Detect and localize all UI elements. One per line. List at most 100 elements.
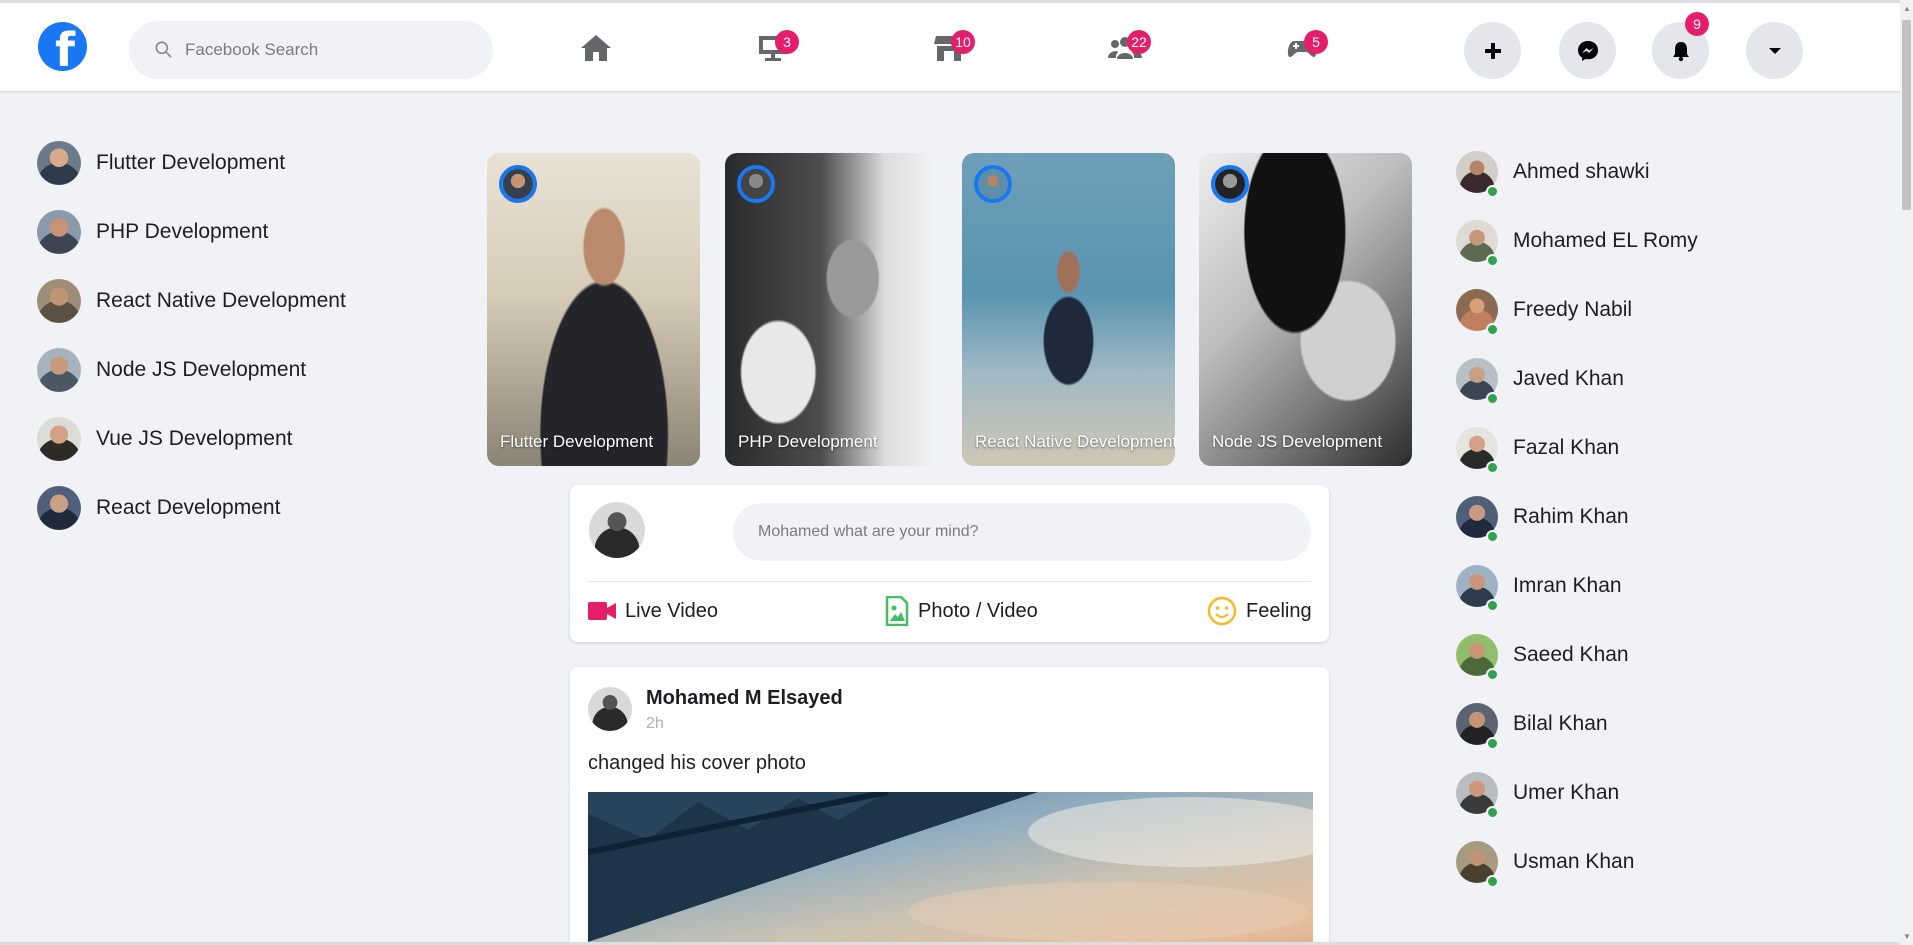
online-status-dot — [1486, 737, 1499, 750]
feeling-label: Feeling — [1246, 599, 1312, 622]
contact-name: Javed Khan — [1513, 366, 1624, 390]
online-status-dot — [1486, 806, 1499, 819]
story-title: Flutter Development — [500, 432, 654, 451]
facebook-logo-icon[interactable]: f — [38, 22, 87, 76]
avatar — [37, 416, 81, 461]
photo-video-label: Photo / Video — [918, 599, 1038, 622]
notifications-button[interactable]: 9 — [1652, 12, 1709, 79]
live-video-label: Live Video — [625, 599, 719, 622]
sidebar-item-label: Node JS Development — [96, 357, 307, 381]
page-scrollbar[interactable]: ▲ ▼ — [1900, 0, 1913, 945]
contact-item[interactable]: Imran Khan — [1456, 551, 1876, 620]
groups-badge: 22 — [1127, 30, 1151, 54]
online-status-dot — [1486, 323, 1499, 336]
sidebar-item-node[interactable]: Node JS Development — [37, 335, 437, 404]
contact-name: Ahmed shawki — [1513, 159, 1650, 183]
scroll-down-arrow-icon[interactable]: ▼ — [1903, 932, 1911, 941]
feeling-button[interactable]: Feeling — [1207, 593, 1312, 629]
contact-item[interactable]: Mohamed EL Romy — [1456, 206, 1876, 275]
smiley-icon — [1207, 596, 1237, 626]
bell-icon — [1672, 41, 1689, 61]
avatar — [37, 278, 81, 323]
cover-photo-graphic — [588, 792, 1313, 942]
photo-video-button[interactable]: Photo / Video — [885, 593, 1038, 629]
contact-name: Umer Khan — [1513, 780, 1620, 804]
plus-icon — [1484, 42, 1501, 59]
home-icon — [581, 35, 611, 61]
avatar — [589, 502, 645, 558]
scrollbar-thumb[interactable] — [1902, 20, 1911, 210]
sidebar-item-php[interactable]: PHP Development — [37, 197, 437, 266]
tab-marketplace[interactable]: 10 — [919, 23, 979, 73]
story-card[interactable]: Flutter Development — [487, 153, 700, 466]
caret-down-icon — [1768, 47, 1781, 54]
contact-name: Freedy Nabil — [1513, 297, 1633, 321]
online-status-dot — [1486, 599, 1499, 612]
contact-name: Rahim Khan — [1513, 504, 1629, 528]
online-status-dot — [1486, 254, 1499, 267]
sidebar-item-label: Flutter Development — [96, 150, 286, 174]
notifications-badge: 9 — [1685, 12, 1709, 36]
post-photo[interactable] — [588, 792, 1313, 945]
video-camera-icon — [588, 602, 616, 620]
post-text: changed his cover photo — [588, 752, 806, 774]
avatar — [37, 485, 81, 530]
contact-item[interactable]: Fazal Khan — [1456, 413, 1876, 482]
contact-name: Imran Khan — [1513, 573, 1622, 597]
tab-home[interactable] — [566, 23, 626, 73]
story-card[interactable]: Node JS Development — [1199, 153, 1412, 466]
messenger-icon — [1577, 40, 1598, 61]
avatar — [37, 347, 81, 392]
story-title: React Native Development — [975, 432, 1175, 451]
story-card[interactable]: PHP Development — [725, 153, 938, 466]
search-input[interactable] — [185, 35, 475, 65]
story-title: Node JS Development — [1212, 432, 1383, 451]
online-status-dot — [1486, 668, 1499, 681]
contact-name: Saeed Khan — [1513, 642, 1629, 666]
avatar[interactable] — [588, 687, 632, 731]
status-input[interactable] — [733, 503, 1311, 561]
story-avatar — [499, 165, 537, 203]
contact-item[interactable]: Saeed Khan — [1456, 620, 1876, 689]
create-button[interactable] — [1464, 22, 1521, 79]
tab-gaming[interactable]: 5 — [1272, 23, 1332, 73]
contact-item[interactable]: Javed Khan — [1456, 344, 1876, 413]
left-sidebar: Flutter Development PHP Development Reac… — [37, 128, 437, 542]
divider — [588, 581, 1311, 582]
story-title: PHP Development — [738, 432, 878, 451]
contact-item[interactable]: Bilal Khan — [1456, 689, 1876, 758]
sidebar-item-react[interactable]: React Development — [37, 473, 437, 542]
tab-watch[interactable]: 3 — [743, 23, 803, 73]
sidebar-item-vue[interactable]: Vue JS Development — [37, 404, 437, 473]
sidebar-item-react-native[interactable]: React Native Development — [37, 266, 437, 335]
account-menu-button[interactable] — [1746, 22, 1803, 79]
story-card[interactable]: React Native Development — [962, 153, 1175, 466]
online-status-dot — [1486, 461, 1499, 474]
contact-item[interactable]: Usman Khan — [1456, 827, 1876, 896]
post-timestamp[interactable]: 2h — [646, 715, 664, 733]
sidebar-item-label: PHP Development — [96, 219, 269, 243]
scroll-up-arrow-icon[interactable]: ▲ — [1903, 4, 1911, 13]
sidebar-item-label: React Native Development — [96, 288, 346, 312]
contact-item[interactable]: Rahim Khan — [1456, 482, 1876, 551]
online-status-dot — [1486, 530, 1499, 543]
messenger-button[interactable] — [1559, 22, 1616, 79]
search-box[interactable] — [129, 21, 493, 79]
sidebar-item-label: React Development — [96, 495, 281, 519]
online-status-dot — [1486, 392, 1499, 405]
post-author[interactable]: Mohamed M Elsayed — [646, 687, 843, 710]
contact-item[interactable]: Umer Khan — [1456, 758, 1876, 827]
search-icon — [155, 41, 172, 58]
contact-item[interactable]: Freedy Nabil — [1456, 275, 1876, 344]
live-video-button[interactable]: Live Video — [588, 593, 718, 629]
contact-name: Usman Khan — [1513, 849, 1635, 873]
sidebar-item-flutter[interactable]: Flutter Development — [37, 128, 437, 197]
story-avatar — [974, 165, 1012, 203]
marketplace-badge: 10 — [951, 30, 975, 54]
contact-item[interactable]: Ahmed shawki — [1456, 137, 1876, 206]
tab-groups[interactable]: 22 — [1095, 23, 1155, 73]
contact-name: Fazal Khan — [1513, 435, 1620, 459]
online-status-dot — [1486, 185, 1499, 198]
gaming-badge: 5 — [1304, 30, 1328, 54]
photo-icon — [885, 596, 909, 626]
